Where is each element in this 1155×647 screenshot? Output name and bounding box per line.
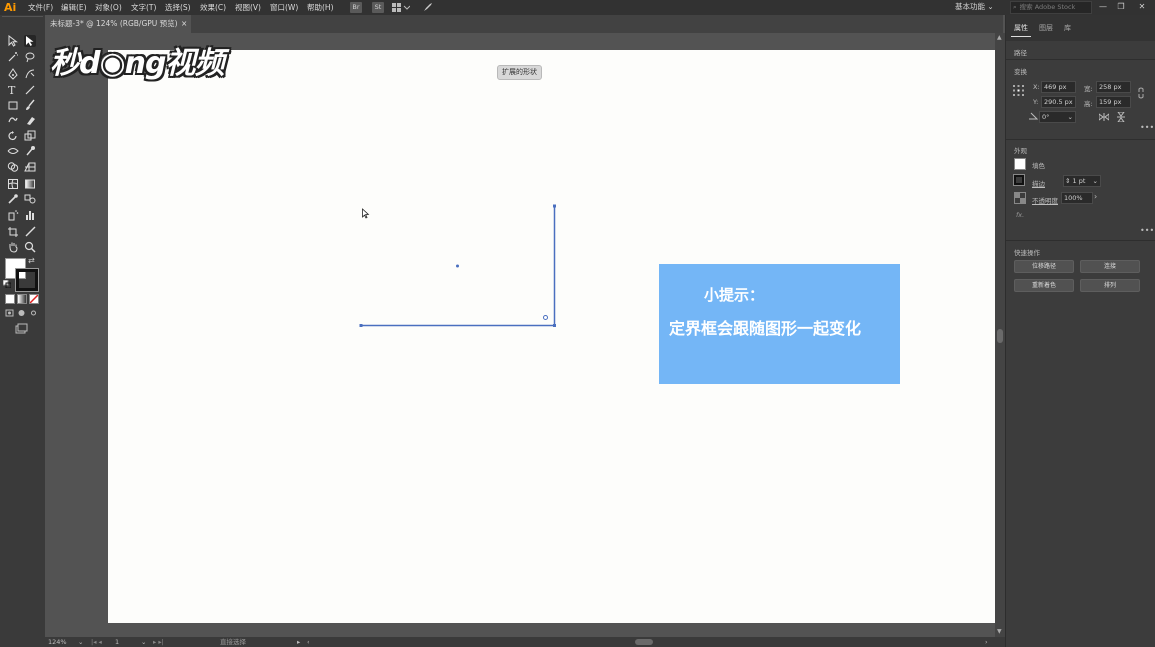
constrain-proportions-icon[interactable] bbox=[1136, 87, 1146, 99]
height-label: 高: bbox=[1084, 100, 1093, 108]
tab-layers[interactable]: 图层 bbox=[1039, 23, 1053, 33]
y-value: 290.5 px bbox=[1044, 98, 1073, 106]
anchor-point-start[interactable] bbox=[359, 324, 363, 327]
first-artboard-icon[interactable]: |◂ ◂ bbox=[91, 637, 102, 647]
horizontal-scroll-thumb[interactable] bbox=[635, 639, 653, 645]
tip-box: 小提示： 定界框会跟随图形一起变化 bbox=[659, 264, 900, 384]
artboard-number-field[interactable]: 1 bbox=[115, 637, 119, 647]
width-field[interactable]: 258 px bbox=[1096, 81, 1131, 93]
arrange-button[interactable]: 排列 bbox=[1080, 279, 1140, 292]
more-options-icon[interactable]: ••• bbox=[1140, 227, 1154, 235]
hover-tooltip: 扩展的形状 bbox=[497, 65, 542, 80]
stroke-weight-field[interactable]: ⇕ 1 pt ⌄ bbox=[1063, 175, 1101, 187]
recolor-button[interactable]: 重新着色 bbox=[1014, 279, 1074, 292]
opacity-value: 100% bbox=[1064, 194, 1083, 202]
height-value: 159 px bbox=[1099, 98, 1122, 106]
rotate-angle-icon bbox=[1029, 112, 1039, 120]
x-position-field[interactable]: 469 px bbox=[1041, 81, 1076, 93]
opacity-label[interactable]: 不透明度 bbox=[1032, 195, 1058, 205]
chevron-down-icon: ⌄ bbox=[1067, 113, 1073, 121]
last-artboard-icon[interactable]: ▸ ▸| bbox=[153, 637, 164, 647]
scroll-down-icon[interactable]: ▼ bbox=[997, 629, 1003, 635]
canvas-overlay bbox=[359, 204, 556, 327]
tab-properties[interactable]: 属性 bbox=[1014, 23, 1028, 33]
opacity-icon bbox=[1014, 192, 1026, 204]
fill-label: 填色 bbox=[1032, 162, 1045, 170]
offset-path-button[interactable]: 位移路径 bbox=[1014, 260, 1074, 273]
chevron-right-icon[interactable]: › bbox=[1094, 192, 1101, 202]
divider bbox=[1006, 139, 1155, 140]
zoom-level-field[interactable]: 124% bbox=[48, 637, 67, 647]
section-transform-label: 变换 bbox=[1014, 68, 1027, 76]
stepper-icon[interactable]: ⇕ bbox=[1065, 177, 1070, 185]
section-appearance-label: 外观 bbox=[1014, 147, 1027, 155]
stroke-weight-value: 1 pt bbox=[1072, 177, 1086, 185]
artboard-dropdown-icon[interactable]: ⌄ bbox=[141, 637, 146, 647]
center-point bbox=[456, 264, 459, 268]
active-tab-indicator bbox=[1011, 36, 1031, 37]
vertical-scrollbar[interactable]: ▲ ▼ bbox=[995, 33, 1005, 637]
chevron-down-icon: ⌄ bbox=[1092, 177, 1098, 185]
status-tool-name: 直接选择 bbox=[220, 638, 246, 646]
tip-body: 定界框会跟随图形一起变化 bbox=[669, 319, 862, 338]
y-label: Y: bbox=[1033, 98, 1039, 106]
stroke-label[interactable]: 描边 bbox=[1032, 178, 1045, 188]
anchor-point-corner[interactable] bbox=[553, 324, 556, 327]
vertical-scroll-thumb[interactable] bbox=[997, 329, 1003, 343]
rotate-angle-value: 0° bbox=[1042, 113, 1050, 121]
zoom-dropdown-icon[interactable]: ⌄ bbox=[78, 637, 83, 647]
status-bar: 124% ⌄ |◂ ◂ 1 ⌄ ▸ ▸| 直接选择 ▸ ‹ › bbox=[45, 637, 1005, 647]
height-field[interactable]: 159 px bbox=[1096, 96, 1131, 108]
x-label: X: bbox=[1033, 83, 1040, 91]
flip-vertical-icon[interactable] bbox=[1117, 111, 1125, 123]
y-position-field[interactable]: 290.5 px bbox=[1041, 96, 1076, 108]
fx-effects-button[interactable]: fx. bbox=[1016, 211, 1024, 219]
width-value: 258 px bbox=[1099, 83, 1122, 91]
x-value: 469 px bbox=[1044, 83, 1067, 91]
stroke-color-swatch[interactable] bbox=[1013, 174, 1025, 186]
scroll-right-icon[interactable]: › bbox=[985, 637, 988, 647]
properties-panel: 属性 图层 库 路径 变换 X: 469 px 宽: 258 px Y: 290… bbox=[1005, 15, 1155, 647]
reference-point-icon[interactable] bbox=[1013, 85, 1024, 96]
section-quick-actions-label: 快速操作 bbox=[1014, 249, 1040, 257]
scroll-up-icon[interactable]: ▲ bbox=[997, 35, 1003, 41]
flip-horizontal-icon[interactable] bbox=[1098, 113, 1110, 121]
scroll-left-icon[interactable]: ‹ bbox=[307, 637, 310, 647]
watermark-logo: 秒d◉ng视频 bbox=[50, 46, 224, 81]
more-options-icon[interactable]: ••• bbox=[1140, 124, 1154, 132]
section-path-label: 路径 bbox=[1014, 49, 1027, 57]
join-button[interactable]: 连接 bbox=[1080, 260, 1140, 273]
corner-widget[interactable] bbox=[543, 315, 548, 320]
width-label: 宽: bbox=[1084, 85, 1093, 93]
opacity-field[interactable]: 100% bbox=[1061, 192, 1093, 204]
tip-title: 小提示： bbox=[704, 286, 765, 304]
divider bbox=[1006, 59, 1155, 60]
divider bbox=[1006, 240, 1155, 241]
rotate-angle-field[interactable]: 0° ⌄ bbox=[1039, 111, 1076, 123]
fill-color-swatch[interactable] bbox=[1014, 158, 1026, 170]
panel-tab-strip bbox=[1006, 15, 1155, 41]
mouse-cursor-icon bbox=[362, 208, 370, 219]
tab-libraries[interactable]: 库 bbox=[1064, 23, 1071, 33]
anchor-point-end[interactable] bbox=[553, 204, 556, 208]
status-menu-icon[interactable]: ▸ bbox=[297, 637, 300, 647]
